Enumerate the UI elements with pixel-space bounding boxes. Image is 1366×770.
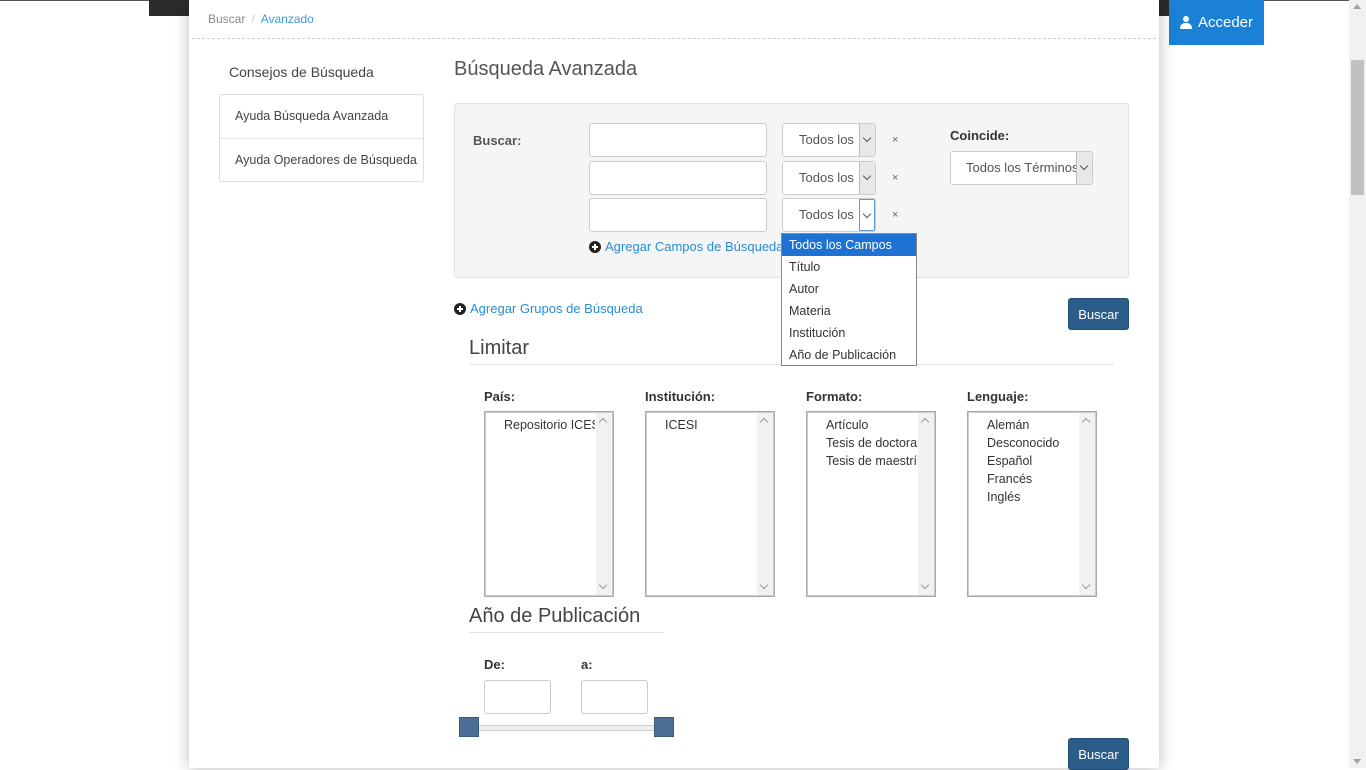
match-label: Coincide: bbox=[950, 128, 1010, 143]
list-item[interactable]: Tesis de doctorado bbox=[826, 434, 917, 452]
scrollbar-thumb[interactable] bbox=[1351, 60, 1364, 195]
facet-list-country[interactable]: Repositorio ICESI bbox=[484, 411, 614, 597]
limit-title: Limitar bbox=[469, 337, 530, 359]
chevron-down-icon[interactable] bbox=[598, 580, 608, 590]
listbox-scrollbar[interactable] bbox=[596, 413, 612, 595]
field-dropdown-menu: Todos los Campos Título Autor Materia In… bbox=[781, 233, 917, 366]
breadcrumb-home[interactable]: Buscar bbox=[208, 12, 245, 26]
list-item[interactable]: ICESI bbox=[665, 416, 756, 434]
list-item[interactable]: Español bbox=[987, 452, 1078, 470]
scroll-up-icon[interactable] bbox=[1353, 4, 1361, 9]
sidebar-item-advanced-help[interactable]: Ayuda Búsqueda Avanzada bbox=[220, 95, 423, 138]
search-input-2[interactable] bbox=[589, 161, 767, 195]
remove-row-2-button[interactable]: × bbox=[892, 172, 898, 184]
list-item[interactable]: Inglés bbox=[987, 488, 1078, 506]
search-button[interactable]: Buscar bbox=[1068, 298, 1129, 330]
match-select-arrow[interactable] bbox=[1076, 152, 1092, 184]
search-input-3[interactable] bbox=[589, 198, 767, 232]
remove-row-3-button[interactable]: × bbox=[892, 209, 898, 221]
user-icon bbox=[1179, 16, 1192, 29]
dropdown-option-all-fields[interactable]: Todos los Campos bbox=[782, 234, 916, 256]
facet-label-country: País: bbox=[484, 389, 516, 404]
field-select-3-value: Todos los bbox=[799, 207, 854, 222]
year-from-label: De: bbox=[484, 657, 505, 672]
dropdown-option-institution[interactable]: Institución bbox=[782, 322, 916, 344]
remove-row-1-button[interactable]: × bbox=[892, 134, 898, 146]
listbox-scrollbar[interactable] bbox=[757, 413, 773, 595]
chevron-down-icon bbox=[1079, 161, 1089, 171]
field-select-1[interactable]: Todos los bbox=[782, 123, 876, 157]
year-from-input[interactable] bbox=[484, 680, 551, 714]
login-label: Acceder bbox=[1197, 14, 1254, 31]
year-slider-track[interactable] bbox=[461, 725, 661, 731]
dropdown-option-subject[interactable]: Materia bbox=[782, 300, 916, 322]
match-select[interactable]: Todos los Términos bbox=[950, 151, 1093, 185]
add-search-fields-link[interactable]: Agregar Campos de Búsqueda bbox=[589, 239, 784, 254]
facet-label-format: Formato: bbox=[806, 389, 863, 404]
match-select-value: Todos los Términos bbox=[966, 160, 1076, 175]
search-label: Buscar: bbox=[473, 133, 522, 148]
scroll-down-icon[interactable] bbox=[1353, 759, 1361, 764]
field-select-1-value: Todos los bbox=[799, 132, 854, 147]
login-button[interactable]: Acceder bbox=[1169, 0, 1264, 45]
field-select-2-arrow[interactable] bbox=[859, 162, 875, 194]
year-to-input[interactable] bbox=[581, 680, 648, 714]
year-to-label: a: bbox=[581, 657, 593, 672]
page-container: Buscar / Avanzado Consejos de Búsqueda Ayu… bbox=[189, 0, 1159, 770]
search-input-1[interactable] bbox=[589, 123, 767, 157]
dropdown-option-author[interactable]: Autor bbox=[782, 278, 916, 300]
facet-list-format[interactable]: Artículo Tesis de doctorado Tesis de mae… bbox=[806, 411, 936, 597]
breadcrumb-divider bbox=[192, 38, 1156, 39]
facet-label-language: Lenguaje: bbox=[967, 389, 1029, 404]
year-divider bbox=[469, 632, 664, 633]
bottom-search-button[interactable]: Buscar bbox=[1068, 738, 1129, 770]
year-slider-handle-max[interactable] bbox=[654, 717, 674, 737]
chevron-down-icon[interactable] bbox=[1081, 580, 1091, 590]
sidebar-title: Consejos de Búsqueda bbox=[229, 64, 374, 80]
chevron-down-icon bbox=[862, 133, 872, 143]
field-select-3-arrow[interactable] bbox=[859, 199, 875, 231]
page-title: Búsqueda Avanzada bbox=[454, 58, 638, 80]
list-item[interactable]: Repositorio ICESI bbox=[504, 416, 595, 434]
year-title: Año de Publicación bbox=[469, 605, 641, 627]
sidebar-item-operators-help[interactable]: Ayuda Operadores de Búsqueda bbox=[220, 138, 423, 181]
breadcrumb: Buscar / Avanzado bbox=[208, 12, 314, 26]
field-select-2[interactable]: Todos los bbox=[782, 161, 876, 195]
facet-label-institution: Institución: bbox=[645, 389, 716, 404]
listbox-scrollbar[interactable] bbox=[1079, 413, 1095, 595]
chevron-up-icon[interactable] bbox=[1081, 417, 1091, 427]
facet-list-language[interactable]: Alemán Desconocido Español Francés Inglé… bbox=[967, 411, 1097, 597]
add-search-groups-label: Agregar Grupos de Búsqueda bbox=[470, 301, 643, 316]
listbox-scrollbar[interactable] bbox=[918, 413, 934, 595]
breadcrumb-current[interactable]: Avanzado bbox=[261, 12, 314, 26]
plus-circle-icon bbox=[454, 302, 466, 315]
facet-list-institution[interactable]: ICESI bbox=[645, 411, 775, 597]
list-item[interactable]: Alemán bbox=[987, 416, 1078, 434]
chevron-down-icon[interactable] bbox=[759, 580, 769, 590]
dropdown-option-title[interactable]: Título bbox=[782, 256, 916, 278]
chevron-up-icon[interactable] bbox=[598, 417, 608, 427]
breadcrumb-separator: / bbox=[251, 12, 255, 26]
field-select-2-value: Todos los bbox=[799, 170, 854, 185]
list-item[interactable]: Artículo bbox=[826, 416, 917, 434]
year-slider-handle-min[interactable] bbox=[459, 717, 479, 737]
sidebar-list: Ayuda Búsqueda Avanzada Ayuda Operadores… bbox=[219, 94, 424, 182]
field-select-3[interactable]: Todos los bbox=[782, 198, 876, 232]
add-search-fields-label: Agregar Campos de Búsqueda bbox=[605, 239, 784, 254]
list-item[interactable]: Tesis de maestría bbox=[826, 452, 917, 470]
field-select-1-arrow[interactable] bbox=[859, 124, 875, 156]
chevron-down-icon bbox=[862, 171, 872, 181]
list-item[interactable]: Francés bbox=[987, 470, 1078, 488]
chevron-down-icon bbox=[862, 209, 872, 219]
plus-circle-icon bbox=[589, 240, 601, 253]
list-item[interactable]: Desconocido bbox=[987, 434, 1078, 452]
chevron-up-icon[interactable] bbox=[759, 417, 769, 427]
chevron-up-icon[interactable] bbox=[920, 417, 930, 427]
page-scrollbar[interactable] bbox=[1349, 0, 1366, 768]
chevron-down-icon[interactable] bbox=[920, 580, 930, 590]
add-search-groups-link[interactable]: Agregar Grupos de Búsqueda bbox=[454, 301, 643, 316]
dropdown-option-year[interactable]: Año de Publicación bbox=[782, 344, 916, 366]
